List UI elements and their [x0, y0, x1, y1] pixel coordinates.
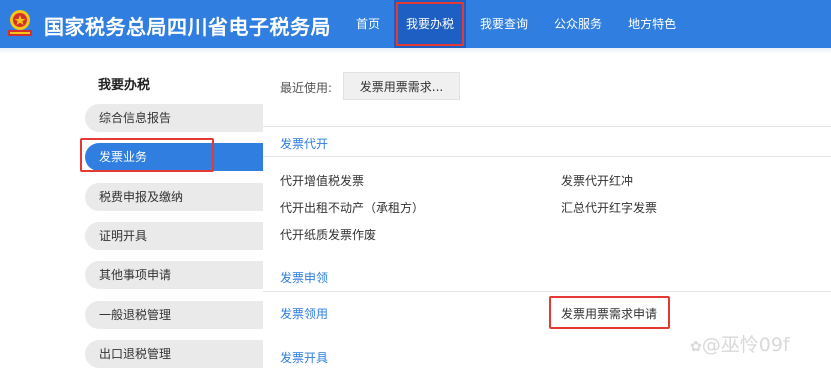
- sidebar-item-other-apply[interactable]: 其他事项申请: [85, 261, 263, 289]
- watermark-text: @巫怜09f: [701, 334, 790, 356]
- divider: [263, 126, 831, 127]
- sidebar-item-refund[interactable]: 一般退税管理: [85, 301, 263, 329]
- recent-used-chip[interactable]: 发票用票需求...: [343, 72, 460, 100]
- top-nav: 首页 我要办税 我要查询 公众服务 地方特色: [344, 0, 690, 48]
- link-rental-property-agent[interactable]: 代开出租不动产（承租方）: [280, 199, 424, 216]
- section-title-invoice-issue: 发票开具: [280, 351, 329, 365]
- divider: [263, 156, 831, 157]
- watermark: ✿@巫怜09f: [690, 330, 790, 357]
- link-vat-invoice-agent[interactable]: 代开增值税发票: [280, 172, 364, 189]
- highlight-box-invoice: [80, 138, 214, 172]
- flower-icon: ✿: [690, 339, 702, 355]
- section-title-invoice-issue-agent: 发票代开: [280, 137, 329, 151]
- sidebar-heading: 我要办税: [98, 78, 151, 93]
- sidebar-item-certificate[interactable]: 证明开具: [85, 222, 263, 250]
- nav-public-service[interactable]: 公众服务: [542, 0, 614, 48]
- link-invoice-red-reversal[interactable]: 发票代开红冲: [561, 172, 633, 189]
- nav-local-features[interactable]: 地方特色: [616, 0, 688, 48]
- recent-used-label: 最近使用:: [280, 81, 333, 95]
- site-title: 国家税务总局四川省电子税务局: [44, 15, 331, 39]
- nav-tax-handling[interactable]: 我要办税: [394, 0, 467, 48]
- link-summary-red-invoice[interactable]: 汇总代开红字发票: [561, 199, 657, 216]
- sidebar-item-tax-filing[interactable]: 税费申报及缴纳: [85, 183, 263, 211]
- link-paper-invoice-void[interactable]: 代开纸质发票作废: [280, 226, 376, 243]
- sidebar-item-info-report[interactable]: 综合信息报告: [85, 104, 263, 132]
- link-invoice-collection[interactable]: 发票领用: [280, 305, 328, 322]
- section-title-invoice-apply: 发票申领: [280, 271, 329, 285]
- highlight-box-demand-apply: [549, 296, 670, 329]
- nav-home[interactable]: 首页: [344, 0, 392, 48]
- top-header: 国家税务总局四川省电子税务局 首页 我要办税 我要查询 公众服务 地方特色: [0, 0, 831, 48]
- nav-query[interactable]: 我要查询: [468, 0, 540, 48]
- tax-emblem-icon: [8, 10, 32, 36]
- sidebar-item-export-refund[interactable]: 出口退税管理: [85, 340, 263, 368]
- divider: [263, 291, 831, 292]
